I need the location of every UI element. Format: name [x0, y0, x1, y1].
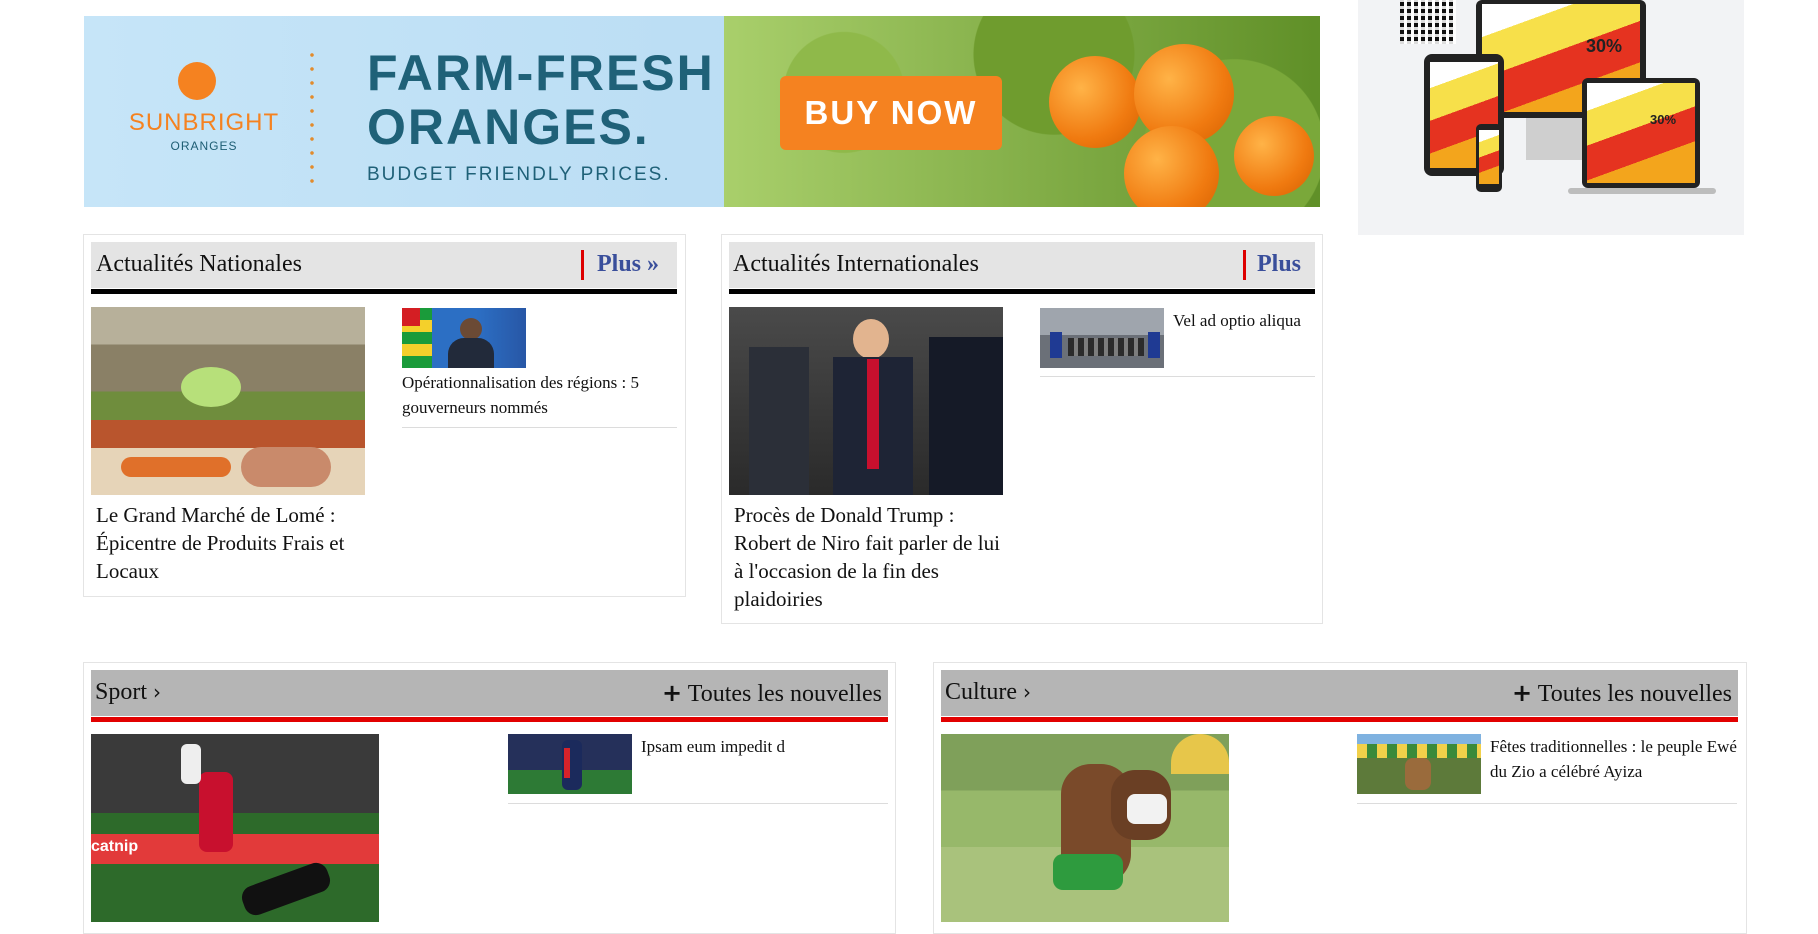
ad-banner[interactable]: SUNBRIGHT ORANGES FARM-FRESH ORANGES. BU… — [84, 16, 1320, 207]
article-title[interactable]: Ipsam eum impedit d — [641, 734, 881, 759]
section-title: Sport — [95, 679, 148, 705]
divider — [1357, 803, 1737, 804]
ad-orange-image — [1049, 56, 1141, 148]
header-separator — [581, 250, 584, 280]
article-title[interactable]: Vel ad optio aliqua — [1173, 308, 1323, 333]
ad-tagline: BUDGET FRIENDLY PRICES. — [367, 164, 671, 185]
chevron-right-icon: › — [153, 680, 162, 704]
header-underline — [941, 717, 1738, 722]
article-title[interactable]: Opérationnalisation des régions : 5 gouv… — [402, 370, 680, 420]
article-title[interactable]: Procès de Donald Trump : Robert de Niro … — [734, 501, 1004, 613]
all-news-link[interactable]: + Toutes les nouvelles — [1512, 679, 1732, 708]
article-title[interactable]: Fêtes traditionnelles : le peuple Ewé du… — [1490, 734, 1740, 784]
divider — [508, 803, 888, 804]
section-header-internationales: Actualités Internationales Plus — [729, 242, 1315, 288]
plus-icon: + — [1512, 679, 1533, 707]
section-title: Actualités Nationales — [96, 251, 302, 277]
laptop-image: 30% — [1582, 78, 1700, 188]
section-header-nationales: Actualités Nationales Plus » — [91, 242, 677, 288]
ad-headline: FARM-FRESH — [367, 45, 715, 101]
all-news-label: Toutes les nouvelles — [1537, 681, 1732, 707]
plus-link-label: Plus — [1257, 251, 1302, 277]
wrestling-image[interactable] — [941, 734, 1229, 922]
ad-brand: SUNBRIGHT — [128, 109, 280, 136]
laptop-base — [1568, 188, 1716, 194]
double-chevron-right-icon: » — [647, 251, 660, 277]
section-header-sport: Sport › + Toutes les nouvelles — [91, 670, 888, 716]
sport-title-link[interactable]: Sport › — [95, 679, 161, 706]
ad-divider — [310, 48, 314, 188]
phone-image — [1476, 124, 1502, 192]
article-thumbnail[interactable] — [508, 734, 632, 794]
chevron-right-icon: › — [1023, 680, 1031, 704]
article-title[interactable]: Le Grand Marché de Lomé : Épicentre de P… — [96, 501, 366, 585]
divider — [402, 427, 677, 428]
ad-logo-icon — [178, 62, 216, 100]
article-thumbnail[interactable] — [1357, 734, 1481, 794]
market-image[interactable] — [91, 307, 365, 495]
screen-badge: 30% — [1586, 36, 1623, 56]
article-thumbnail[interactable] — [402, 308, 526, 368]
all-news-link[interactable]: + Toutes les nouvelles — [662, 679, 882, 708]
ad-headline: ORANGES. — [367, 99, 650, 155]
stadium-banner-text: catnip — [91, 838, 139, 855]
ad-buy-now-button[interactable]: BUY NOW — [780, 76, 1002, 150]
section-header-culture: Culture › + Toutes les nouvelles — [941, 670, 1738, 716]
article-thumbnail[interactable] — [1040, 308, 1164, 368]
plus-link[interactable]: Plus » — [597, 251, 659, 278]
header-underline — [729, 289, 1315, 294]
plus-link-label: Plus — [597, 251, 642, 277]
plus-icon: + — [662, 679, 683, 707]
section-title: Culture — [945, 679, 1017, 705]
header-underline — [91, 717, 888, 722]
header-separator — [1243, 250, 1246, 280]
all-news-label: Toutes les nouvelles — [687, 681, 882, 707]
qr-code-icon — [1400, 0, 1456, 44]
ad-brand-sub: ORANGES — [170, 139, 238, 153]
side-ad[interactable]: 30% 30% — [1358, 0, 1744, 235]
trump-image[interactable] — [729, 307, 1003, 495]
ad-orange-image — [1234, 116, 1314, 196]
culture-title-link[interactable]: Culture › — [945, 679, 1031, 706]
screen-badge: 30% — [1650, 112, 1677, 127]
header-underline — [91, 289, 677, 294]
plus-link[interactable]: Plus — [1257, 251, 1301, 278]
divider — [1040, 376, 1315, 377]
section-title: Actualités Internationales — [733, 251, 979, 277]
football-image[interactable]: catnip — [91, 734, 379, 922]
